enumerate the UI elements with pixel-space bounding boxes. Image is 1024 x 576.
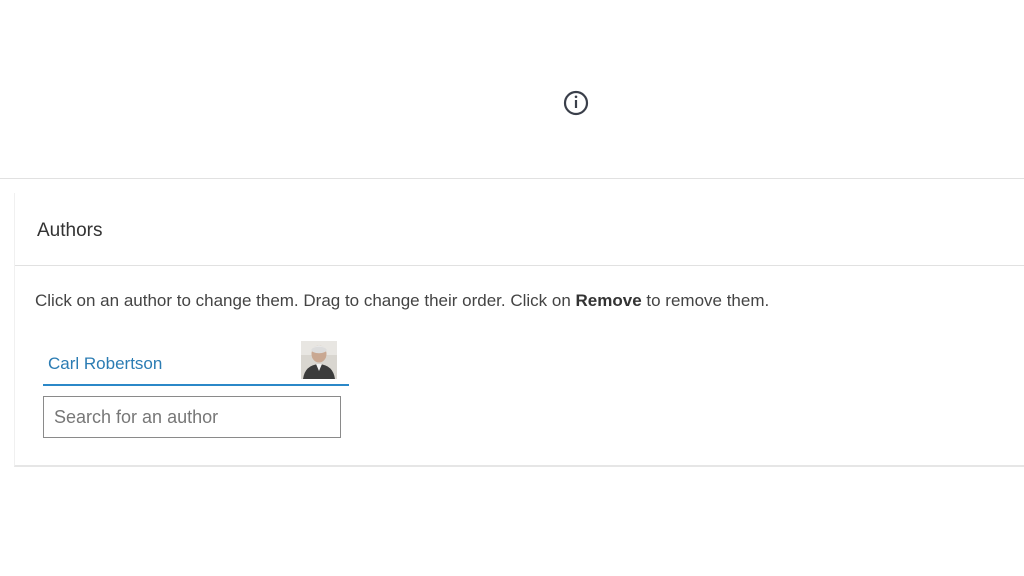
- instructions-text-end: to remove them.: [641, 291, 770, 310]
- avatar: [301, 341, 337, 379]
- authors-panel-header: Authors: [15, 193, 1024, 266]
- author-item[interactable]: Carl Robertson: [43, 340, 349, 386]
- instructions-remove-keyword: Remove: [575, 291, 642, 310]
- person-photo-icon: [301, 341, 337, 379]
- panel-title: Authors: [37, 220, 103, 241]
- author-name-link[interactable]: Carl Robertson: [48, 354, 162, 374]
- author-search-input[interactable]: [43, 396, 341, 438]
- top-divider: [0, 178, 1024, 179]
- authors-panel: Authors Click on an author to change the…: [14, 193, 1024, 467]
- authors-instructions: Click on an author to change them. Drag …: [35, 291, 769, 311]
- instructions-text: Click on an author to change them. Drag …: [35, 291, 576, 310]
- top-area: [0, 0, 1024, 178]
- info-icon[interactable]: [562, 89, 590, 117]
